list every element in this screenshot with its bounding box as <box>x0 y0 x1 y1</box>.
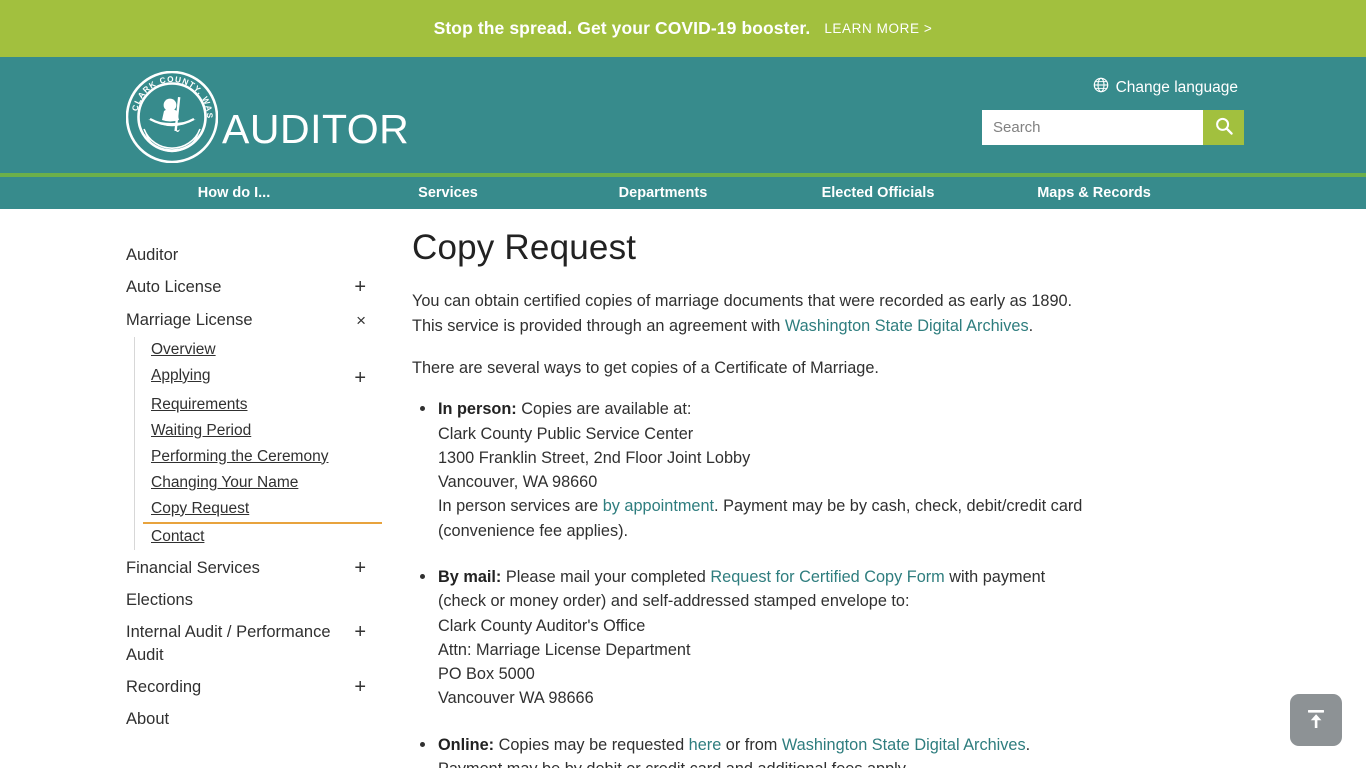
sidebar-item-internal-audit[interactable]: Internal Audit / Performance Audit + <box>126 616 382 671</box>
plus-icon[interactable]: + <box>354 676 366 697</box>
in-person-address-line-1: Clark County Public Service Center <box>438 424 694 443</box>
in-person-tail-before-link: In person services are <box>438 497 603 516</box>
in-person-label: In person: <box>438 400 517 419</box>
alert-banner-learn-more-link[interactable]: LEARN MORE > <box>824 21 932 36</box>
sidebar-subnav-marriage-license: Overview Applying + Requirements Waiting… <box>134 336 382 550</box>
intro-paragraph: You can obtain certified copies of marri… <box>412 289 1096 339</box>
sidebar-item-label[interactable]: Overview <box>151 341 216 359</box>
nav-item-maps-records[interactable]: Maps & Records <box>986 185 1202 201</box>
site-header: CLARK COUNTY, WASHINGTON AUDITOR <box>0 57 1366 177</box>
washington-state-digital-archives-link-2[interactable]: Washington State Digital Archives <box>782 736 1026 754</box>
sidebar-item-label[interactable]: Changing Your Name <box>151 474 298 492</box>
list-item-online: Online: Copies may be requested here or … <box>412 733 1096 768</box>
sidebar-item-changing-your-name[interactable]: Changing Your Name <box>143 470 382 496</box>
site-search <box>982 110 1244 145</box>
alert-banner-message: Stop the spread. Get your COVID-19 boost… <box>433 18 811 38</box>
nav-item-services[interactable]: Services <box>340 185 556 201</box>
globe-icon <box>1093 77 1109 98</box>
online-intro: Copies may be requested <box>494 735 689 754</box>
sidebar-item-label[interactable]: Internal Audit / Performance Audit <box>126 621 336 666</box>
section-sidebar: Auditor Auto License + Marriage License … <box>126 227 382 768</box>
here-link[interactable]: here <box>689 736 722 754</box>
main-navigation: How do I... Services Departments Elected… <box>0 177 1366 209</box>
sidebar-item-overview[interactable]: Overview <box>143 337 382 363</box>
by-appointment-link[interactable]: by appointment <box>603 497 714 515</box>
sidebar-item-contact[interactable]: Contact <box>143 524 382 550</box>
sidebar-item-label[interactable]: Financial Services <box>126 557 260 579</box>
sidebar-item-label[interactable]: About <box>126 708 169 730</box>
intro-text-after-link: . <box>1028 316 1034 335</box>
sidebar-item-auto-license[interactable]: Auto License + <box>126 271 382 303</box>
nav-item-departments[interactable]: Departments <box>556 185 770 201</box>
plus-icon[interactable]: + <box>354 557 366 578</box>
sidebar-item-label[interactable]: Requirements <box>151 396 248 414</box>
plus-icon[interactable]: + <box>354 367 366 388</box>
sidebar-item-waiting-period[interactable]: Waiting Period <box>143 418 382 444</box>
in-person-address-line-2: 1300 Franklin Street, 2nd Floor Joint Lo… <box>438 448 751 467</box>
sidebar-item-label[interactable]: Auditor <box>126 244 178 266</box>
sidebar-item-elections[interactable]: Elections <box>126 584 382 616</box>
sidebar-item-performing-the-ceremony[interactable]: Performing the Ceremony <box>143 444 382 470</box>
washington-state-digital-archives-link[interactable]: Washington State Digital Archives <box>785 317 1029 335</box>
online-text-mid: or from <box>721 735 782 754</box>
alert-banner: Stop the spread. Get your COVID-19 boost… <box>0 0 1366 57</box>
sidebar-item-label[interactable]: Elections <box>126 589 193 611</box>
in-person-address-line-3: Vancouver, WA 98660 <box>438 473 598 492</box>
page-title: Copy Request <box>412 228 637 267</box>
search-submit-button[interactable] <box>1203 110 1244 145</box>
department-title: AUDITOR <box>222 105 410 152</box>
sidebar-item-label[interactable]: Recording <box>126 676 201 698</box>
sidebar-item-label[interactable]: Contact <box>151 528 204 546</box>
back-to-top-button[interactable] <box>1290 694 1342 746</box>
nav-item-how-do-i[interactable]: How do I... <box>128 185 340 201</box>
sidebar-item-marriage-license[interactable]: Marriage License × <box>126 304 382 336</box>
sidebar-item-about[interactable]: About <box>126 703 382 735</box>
sidebar-item-requirements[interactable]: Requirements <box>143 392 382 418</box>
by-mail-address-line-3: PO Box 5000 <box>438 665 535 684</box>
by-mail-address-line-1: Clark County Auditor's Office <box>438 616 646 635</box>
clark-county-seal-icon: CLARK COUNTY, WASHINGTON <box>126 71 218 163</box>
by-mail-intro: Please mail your completed <box>501 567 711 586</box>
change-language-label: Change language <box>1115 78 1238 96</box>
by-mail-address-line-2: Attn: Marriage License Department <box>438 640 691 659</box>
close-icon[interactable]: × <box>356 309 366 329</box>
request-for-certified-copy-form-link[interactable]: Request for Certified Copy Form <box>710 568 944 586</box>
list-item-by-mail: By mail: Please mail your completed Requ… <box>412 565 1096 711</box>
brand-lockup[interactable]: CLARK COUNTY, WASHINGTON AUDITOR <box>126 57 409 177</box>
arrow-up-to-line-icon <box>1303 706 1329 735</box>
sidebar-item-label[interactable]: Waiting Period <box>151 422 251 440</box>
main-content: Copy Request You can obtain certified co… <box>382 227 1222 768</box>
by-mail-label: By mail: <box>438 567 502 586</box>
sidebar-item-label[interactable]: Performing the Ceremony <box>151 448 328 466</box>
online-label: Online: <box>438 735 495 754</box>
sidebar-item-copy-request[interactable]: Copy Request <box>143 496 382 524</box>
sidebar-item-financial-services[interactable]: Financial Services + <box>126 552 382 584</box>
plus-icon[interactable]: + <box>354 276 366 297</box>
sidebar-item-label[interactable]: Marriage License <box>126 309 253 331</box>
list-item-in-person: In person: Copies are available at: Clar… <box>412 397 1096 543</box>
nav-item-elected-officials[interactable]: Elected Officials <box>770 185 986 201</box>
page-body: Auditor Auto License + Marriage License … <box>0 209 1366 768</box>
search-icon <box>1214 116 1234 139</box>
in-person-intro: Copies are available at: <box>516 400 692 419</box>
search-input[interactable] <box>982 110 1203 145</box>
copy-methods-list: In person: Copies are available at: Clar… <box>412 397 1096 768</box>
sidebar-item-label[interactable]: Auto License <box>126 276 221 298</box>
plus-icon[interactable]: + <box>354 621 366 642</box>
sidebar-item-label[interactable]: Applying <box>151 367 210 385</box>
sidebar-item-auditor[interactable]: Auditor <box>126 239 382 271</box>
sidebar-item-applying[interactable]: Applying + <box>143 363 382 392</box>
sidebar-item-recording[interactable]: Recording + <box>126 671 382 703</box>
sidebar-item-label[interactable]: Copy Request <box>151 500 249 518</box>
lead-paragraph: There are several ways to get copies of … <box>412 358 879 377</box>
header-utilities: Change language <box>938 57 1244 177</box>
by-mail-address-line-4: Vancouver WA 98666 <box>438 689 594 708</box>
change-language-link[interactable]: Change language <box>1093 77 1238 98</box>
